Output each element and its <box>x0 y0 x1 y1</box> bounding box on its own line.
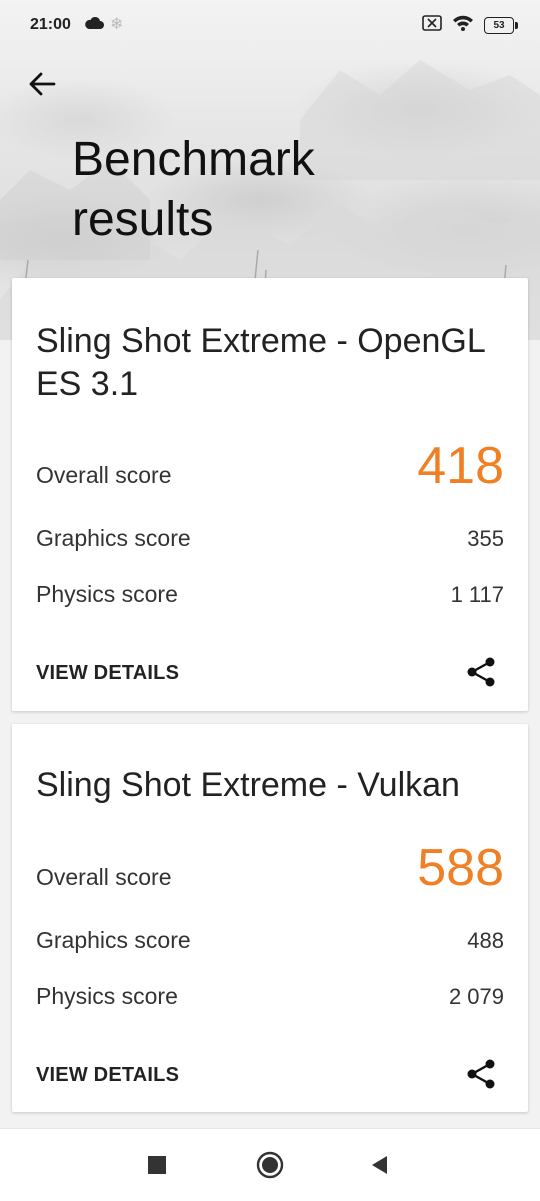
status-time: 21:00 <box>30 16 71 33</box>
physics-score-value: 2 079 <box>448 984 504 1009</box>
no-sim-icon <box>422 15 442 36</box>
overall-score-row: Overall score 418 <box>36 440 504 492</box>
graphics-score-label: Graphics score <box>36 525 191 551</box>
share-icon[interactable] <box>464 1057 498 1091</box>
graphics-score-row: Graphics score 488 <box>36 927 504 954</box>
view-details-button[interactable]: VIEW DETAILS <box>36 1064 179 1087</box>
physics-score-row: Physics score 1 117 <box>36 581 504 608</box>
arrow-left-icon <box>29 72 56 96</box>
overall-score-label: Overall score <box>36 462 172 488</box>
card-title: Sling Shot Extreme - Vulkan <box>36 766 460 804</box>
page-title: Benchmark results <box>72 133 315 246</box>
overall-score-row: Overall score 588 <box>36 842 504 894</box>
graphics-score-value: 488 <box>467 928 504 953</box>
physics-score-value: 1 117 <box>450 582 504 607</box>
back-triangle-icon[interactable] <box>369 1154 389 1176</box>
snowflake-icon: ❄ <box>110 16 124 33</box>
battery-icon: 53 <box>484 17 518 34</box>
home-circle-icon[interactable] <box>256 1151 284 1179</box>
physics-score-label: Physics score <box>36 983 178 1009</box>
back-button[interactable] <box>24 66 64 102</box>
wifi-icon <box>452 15 474 36</box>
graphics-score-value: 355 <box>467 526 504 551</box>
share-icon[interactable] <box>464 655 498 689</box>
graphics-score-row: Graphics score 355 <box>36 525 504 552</box>
recents-square-icon[interactable] <box>147 1155 167 1175</box>
status-bar: 21:00 ❄ 53 <box>0 0 540 52</box>
graphics-score-label: Graphics score <box>36 927 191 953</box>
overall-score-label: Overall score <box>36 864 172 890</box>
overall-score-value: 588 <box>417 839 504 897</box>
view-details-button[interactable]: VIEW DETAILS <box>36 662 179 685</box>
overall-score-value: 418 <box>417 437 504 495</box>
result-card-opengl: Sling Shot Extreme - OpenGL ES 3.1 Overa… <box>12 278 528 711</box>
status-icons: 53 <box>422 15 518 36</box>
navigation-bar <box>0 1128 540 1201</box>
result-card-vulkan: Sling Shot Extreme - Vulkan Overall scor… <box>12 724 528 1112</box>
card-title: Sling Shot Extreme - OpenGL ES 3.1 <box>36 322 485 403</box>
physics-score-label: Physics score <box>36 581 178 607</box>
cloud-icon <box>84 16 104 35</box>
physics-score-row: Physics score 2 079 <box>36 983 504 1010</box>
